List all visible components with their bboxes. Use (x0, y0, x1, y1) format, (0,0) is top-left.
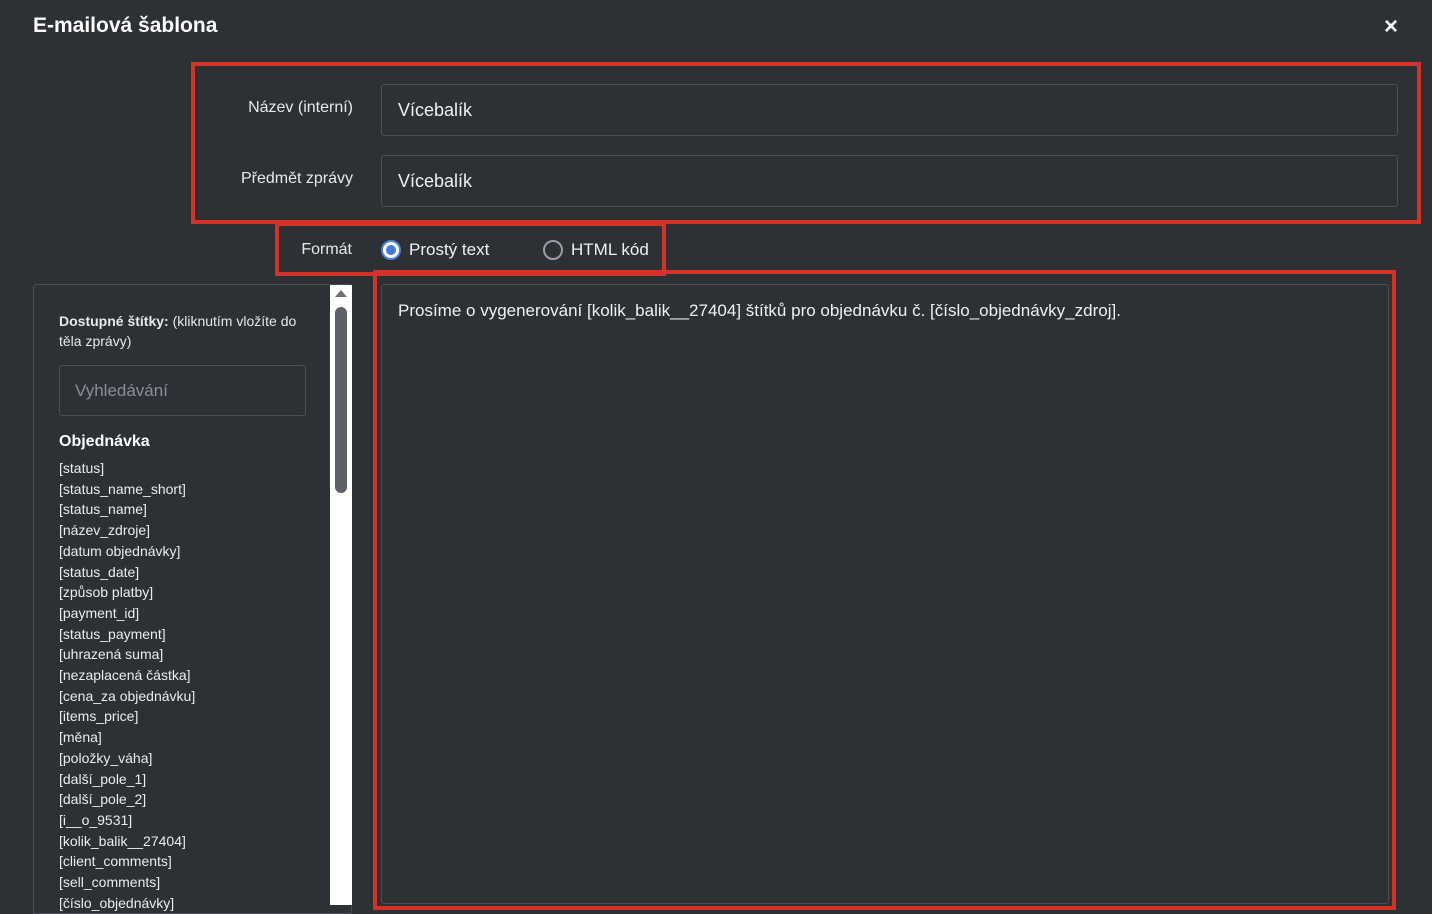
subject-label: Předmět zprávy (240, 170, 353, 187)
tag-item[interactable]: [status_payment] (59, 624, 309, 645)
tag-item[interactable]: [způsob platby] (59, 582, 309, 603)
tags-help-text: Dostupné štítky: (kliknutím vložíte do t… (59, 311, 309, 351)
tag-item[interactable]: [další_pole_1] (59, 769, 309, 790)
tag-item[interactable]: [měna] (59, 727, 309, 748)
scroll-thumb[interactable] (335, 307, 347, 493)
dialog-title: E-mailová šablona (33, 14, 218, 37)
tag-item[interactable]: [status_name_short] (59, 479, 309, 500)
tag-item[interactable]: [items_price] (59, 706, 309, 727)
tag-item[interactable]: [status_name] (59, 499, 309, 520)
tags-group-title: Objednávka (59, 433, 150, 450)
tag-item[interactable]: [kolik_balik__27404] (59, 831, 309, 852)
tag-item[interactable]: [client_comments] (59, 851, 309, 872)
tag-search-input[interactable] (59, 365, 306, 416)
close-icon[interactable]: × (1378, 13, 1404, 40)
tag-item[interactable]: [uhrazená suma] (59, 644, 309, 665)
format-plain-text-option[interactable]: Prostý text (381, 240, 489, 260)
tag-item[interactable]: [položky_váha] (59, 748, 309, 769)
format-plain-text-label: Prostý text (409, 240, 490, 259)
tag-item[interactable]: [status] (59, 458, 309, 479)
tags-help-bold: Dostupné štítky: (59, 313, 169, 329)
tag-item[interactable]: [sell_comments] (59, 872, 309, 893)
tag-item[interactable]: [název_zdroje] (59, 520, 309, 541)
tag-item[interactable]: [payment_id] (59, 603, 309, 624)
scroll-up-arrow-icon[interactable] (335, 290, 347, 297)
tag-item[interactable]: [cena_za objednávku] (59, 686, 309, 707)
subject-input[interactable] (381, 155, 1398, 207)
message-body-editor[interactable] (381, 284, 1389, 904)
radio-checked-icon[interactable] (381, 240, 401, 260)
tags-scrollbar[interactable] (330, 285, 352, 905)
tag-item[interactable]: [číslo_objednávky] (59, 893, 309, 913)
tag-item[interactable]: [i__o_9531] (59, 810, 309, 831)
tags-panel-content: Dostupné štítky: (kliknutím vložíte do t… (59, 311, 309, 913)
format-label: Formát (301, 241, 352, 258)
name-label: Název (interní) (248, 99, 353, 116)
format-html-option[interactable]: HTML kód (543, 240, 649, 260)
name-input[interactable] (381, 84, 1398, 136)
tag-item[interactable]: [status_date] (59, 562, 309, 583)
format-html-label: HTML kód (571, 240, 649, 259)
tag-item[interactable]: [nezaplacená částka] (59, 665, 309, 686)
tag-item[interactable]: [další_pole_2] (59, 789, 309, 810)
tag-list: [status] [status_name_short] [status_nam… (59, 458, 309, 913)
tags-panel: Dostupné štítky: (kliknutím vložíte do t… (33, 284, 352, 914)
tag-item[interactable]: [datum objednávky] (59, 541, 309, 562)
radio-unchecked-icon[interactable] (543, 240, 563, 260)
